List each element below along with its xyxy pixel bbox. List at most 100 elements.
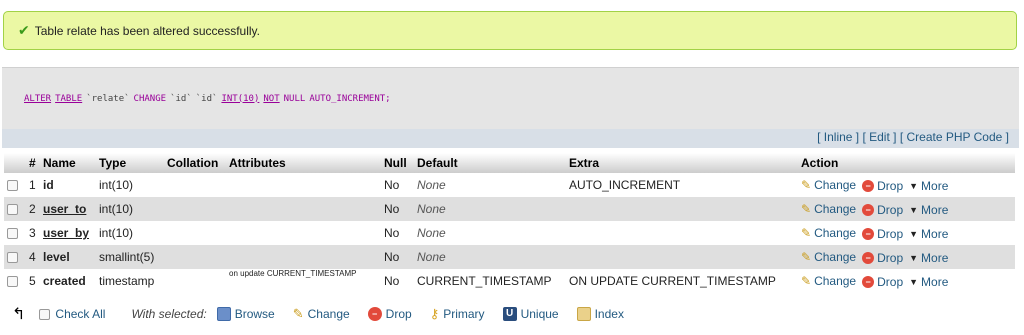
column-collation xyxy=(164,269,226,293)
column-null: No xyxy=(381,221,414,245)
sql-token[interactable]: ALTER xyxy=(24,94,51,104)
create-php-link[interactable]: Create PHP Code xyxy=(906,130,1002,144)
change-button[interactable]: ✎ Change xyxy=(801,202,856,216)
select-arrow-icon: ↰ xyxy=(12,306,26,323)
check-all-checkbox[interactable] xyxy=(39,308,51,320)
change-label: Change xyxy=(814,273,857,288)
column-default: None xyxy=(414,221,566,245)
drop-button[interactable]: − Drop xyxy=(862,179,903,193)
header-null[interactable]: Null xyxy=(381,153,414,173)
column-attributes xyxy=(226,173,381,197)
column-name: id xyxy=(40,173,96,197)
bulk-change-button[interactable]: ✎ Change xyxy=(293,306,350,322)
row-select xyxy=(4,245,26,269)
column-name: level xyxy=(40,245,96,269)
check-all[interactable]: Check All xyxy=(39,307,105,321)
more-button[interactable]: ▼ More xyxy=(909,251,948,265)
column-type: smallint(5) xyxy=(96,245,164,269)
change-button[interactable]: ✎ Change xyxy=(801,226,856,240)
row-actions: ✎ Change − Drop ▼ More xyxy=(798,269,1015,293)
success-notice: ✔ Table relate has been altered successf… xyxy=(3,11,1017,50)
pencil-icon: ✎ xyxy=(801,201,812,216)
more-button[interactable]: ▼ More xyxy=(909,227,948,241)
more-button[interactable]: ▼ More xyxy=(909,275,948,289)
drop-button[interactable]: − Drop xyxy=(862,275,903,289)
header-action: Action xyxy=(798,153,1015,173)
column-null: No xyxy=(381,173,414,197)
pencil-icon: ✎ xyxy=(801,249,812,264)
bulk-browse-button[interactable]: Browse xyxy=(216,307,275,321)
sql-token[interactable]: NOT xyxy=(263,94,279,104)
bulk-unique-button[interactable]: U Unique xyxy=(502,307,559,321)
column-name[interactable]: user_to xyxy=(40,197,96,221)
sql-token: `relate` xyxy=(86,93,130,104)
edit-link[interactable]: Edit xyxy=(869,130,890,144)
drop-label: Drop xyxy=(877,202,904,217)
structure-table: # Name Type Collation Attributes Null De… xyxy=(4,153,1015,293)
column-type: timestamp xyxy=(96,269,164,293)
row-actions: ✎ Change − Drop ▼ More xyxy=(798,197,1015,221)
browse-icon xyxy=(216,307,231,321)
sql-links: [ Inline ] [ Edit ] [ Create PHP Code ] xyxy=(2,129,1019,148)
success-message: Table relate has been altered successful… xyxy=(34,23,260,38)
row-select xyxy=(4,173,26,197)
change-label: Change xyxy=(814,201,857,216)
pencil-icon: ✎ xyxy=(801,225,812,240)
row-checkbox[interactable] xyxy=(7,204,18,216)
row-number: 3 xyxy=(26,221,40,245)
sql-token: `id` xyxy=(170,93,192,104)
header-attributes[interactable]: Attributes xyxy=(226,153,381,173)
table-row: 5 created timestamp on update CURRENT_TIMES… xyxy=(4,269,1015,293)
with-selected-label: With selected: xyxy=(131,307,207,321)
table-row: 3 user_by int(10) No None ✎ Change − Drop ▼ More xyxy=(4,221,1015,245)
row-select xyxy=(4,197,26,221)
drop-button[interactable]: − Drop xyxy=(862,203,903,217)
column-attributes xyxy=(226,221,381,245)
header-extra[interactable]: Extra xyxy=(566,153,798,173)
inline-link[interactable]: Inline xyxy=(824,130,853,144)
more-button[interactable]: ▼ More xyxy=(909,203,948,217)
more-button[interactable]: ▼ More xyxy=(909,179,948,193)
row-number: 5 xyxy=(26,269,40,293)
header-default[interactable]: Default xyxy=(414,153,566,173)
row-actions: ✎ Change − Drop ▼ More xyxy=(798,221,1015,245)
sql-token: CHANGE xyxy=(133,93,167,104)
column-collation xyxy=(164,221,226,245)
column-null: No xyxy=(381,197,414,221)
drop-icon: − xyxy=(862,203,875,216)
change-button[interactable]: ✎ Change xyxy=(801,250,856,264)
column-name[interactable]: user_by xyxy=(40,221,96,245)
drop-button[interactable]: − Drop xyxy=(862,227,903,241)
sql-token[interactable]: TABLE xyxy=(55,94,82,104)
bulk-primary-label: Primary xyxy=(443,307,485,321)
column-type: int(10) xyxy=(96,197,164,221)
drop-icon: − xyxy=(862,227,875,240)
row-actions: ✎ Change − Drop ▼ More xyxy=(798,173,1015,197)
row-checkbox[interactable] xyxy=(7,228,18,240)
more-label: More xyxy=(921,202,949,217)
more-label: More xyxy=(921,226,949,241)
header-collation[interactable]: Collation xyxy=(164,153,226,173)
bulk-unique-label: Unique xyxy=(520,307,559,321)
bulk-index-button[interactable]: Index xyxy=(576,307,624,321)
change-button[interactable]: ✎ Change xyxy=(801,178,856,192)
column-attributes: on update CURRENT_TIMESTAMP xyxy=(226,269,381,293)
drop-label: Drop xyxy=(877,250,904,265)
header-name[interactable]: Name xyxy=(40,153,96,173)
bulk-drop-button[interactable]: − Drop xyxy=(367,307,412,321)
row-checkbox[interactable] xyxy=(7,180,18,192)
sql-token[interactable]: INT(10) xyxy=(221,94,259,104)
index-icon xyxy=(576,307,591,321)
row-checkbox[interactable] xyxy=(7,276,18,288)
row-checkbox[interactable] xyxy=(7,252,18,264)
check-all-label[interactable]: Check All xyxy=(55,307,105,321)
column-extra xyxy=(566,245,798,269)
header-type[interactable]: Type xyxy=(96,153,164,173)
more-label: More xyxy=(921,178,949,193)
column-attributes xyxy=(226,197,381,221)
sql-query-box: ALTER TABLE `relate` CHANGE `id` `id` INT(10) N… xyxy=(2,67,1019,129)
change-button[interactable]: ✎ Change xyxy=(801,274,856,288)
drop-button[interactable]: − Drop xyxy=(862,251,903,265)
table-row: 1 id int(10) No None AUTO_INCREMENT ✎ Change − Dr… xyxy=(4,173,1015,197)
bulk-primary-button[interactable]: ⚷ Primary xyxy=(430,306,485,322)
